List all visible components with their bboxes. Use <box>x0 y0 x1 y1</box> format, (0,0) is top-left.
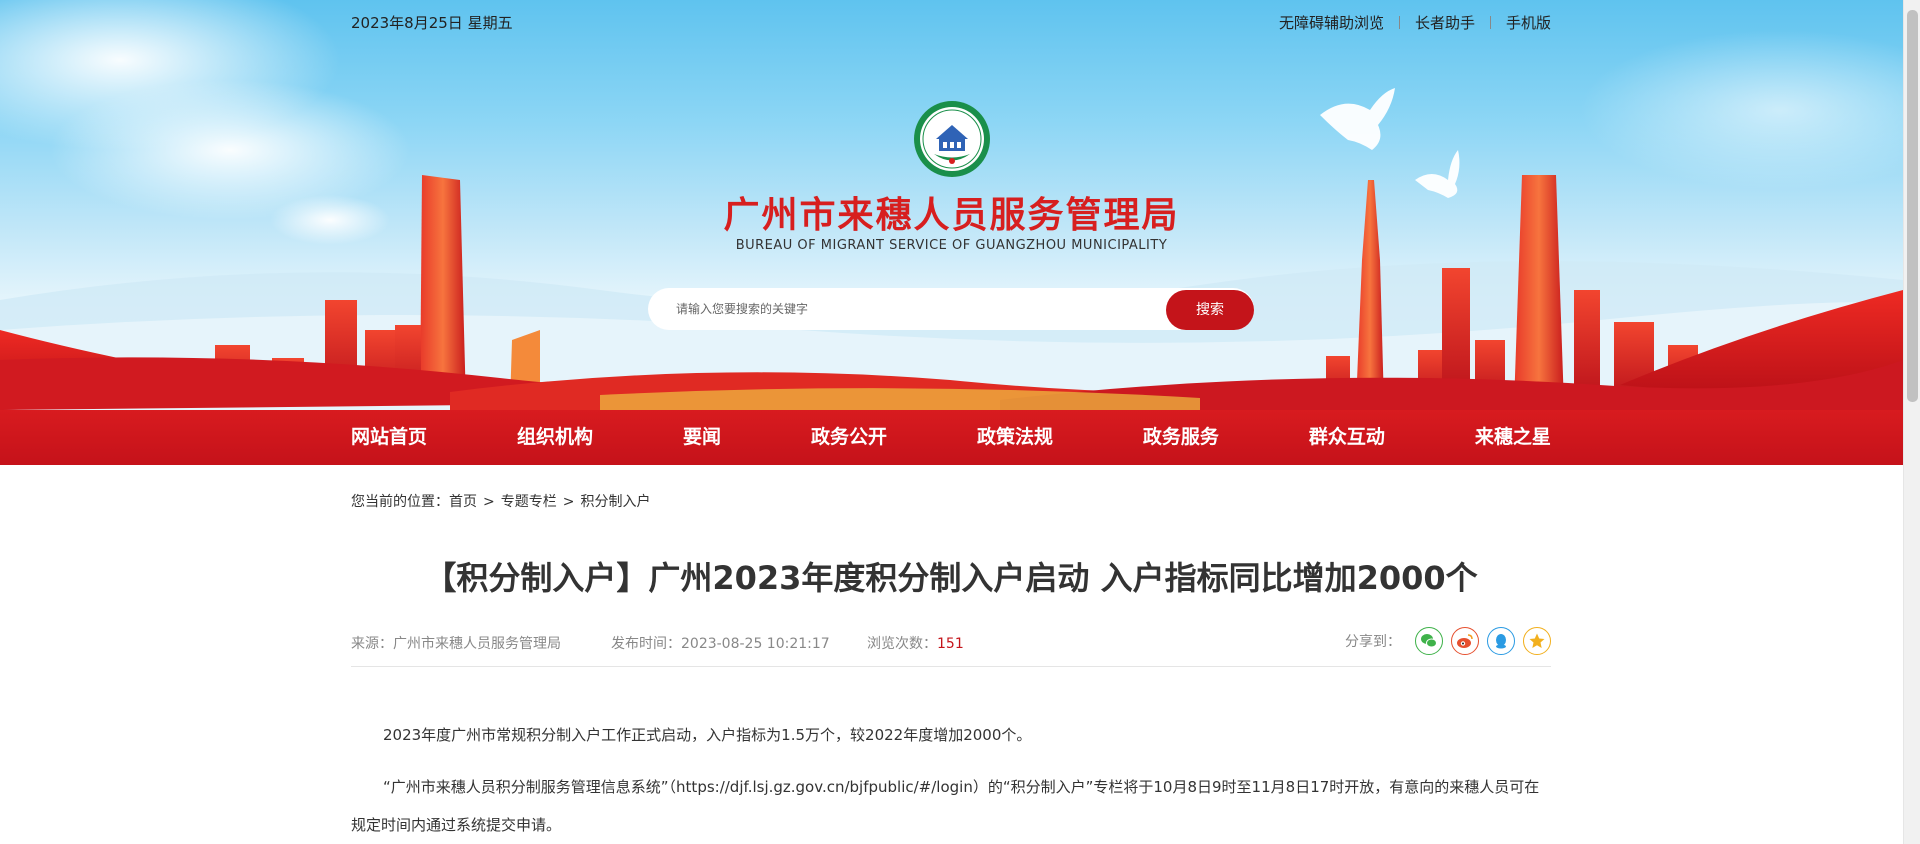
mobile-version-link[interactable]: 手机版 <box>1506 12 1551 33</box>
nav-item-home[interactable]: 网站首页 <box>351 410 427 465</box>
breadcrumb-separator: > <box>483 494 495 510</box>
qq-icon[interactable] <box>1487 627 1515 655</box>
agency-seal-icon[interactable] <box>912 99 992 179</box>
article-source: 来源：广州市来穗人员服务管理局 <box>351 636 561 652</box>
article-paragraph: “广州市来穗人员积分制服务管理信息系统”（https://djf.lsj.gz.… <box>351 778 1540 834</box>
link-divider <box>1398 16 1400 29</box>
qzone-icon[interactable] <box>1523 627 1551 655</box>
weibo-icon[interactable] <box>1451 627 1479 655</box>
link-divider <box>1489 16 1491 29</box>
article-views: 浏览次数：151 <box>867 633 964 653</box>
breadcrumb-special-topics[interactable]: 专题专栏 <box>501 494 557 510</box>
article-title: 【积分制入户】广州2023年度积分制入户启动 入户指标同比增加2000个 <box>424 559 1478 597</box>
views-count: 151 <box>937 636 964 652</box>
current-date: 2023年8月25日 星期五 <box>351 14 513 32</box>
article-paragraph: 2023年度广州市常规积分制入户工作正式启动，入户指标为1.5万个，较2022年… <box>383 726 1032 744</box>
search-box: 搜索 <box>648 288 1254 330</box>
site-title: 广州市来穗人员服务管理局 <box>723 195 1180 236</box>
vertical-scrollbar[interactable] <box>1903 0 1920 844</box>
breadcrumb-separator: > <box>562 494 575 510</box>
breadcrumb-home[interactable]: 首页 <box>449 494 477 510</box>
main-nav: 网站首页 组织机构 要闻 政务公开 政策法规 政务服务 群众互动 来穗之星 <box>0 410 1903 465</box>
accessibility-link[interactable]: 无障碍辅助浏览 <box>1279 12 1384 33</box>
meta-divider <box>351 666 1551 667</box>
elderly-assistant-link[interactable]: 长者助手 <box>1415 12 1475 33</box>
share-bar: 分享到： <box>1345 627 1551 655</box>
nav-item-stars[interactable]: 来穗之星 <box>1475 410 1551 465</box>
nav-item-interaction[interactable]: 群众互动 <box>1309 410 1385 465</box>
nav-item-government-affairs[interactable]: 政务公开 <box>811 410 887 465</box>
nav-item-organization[interactable]: 组织机构 <box>517 410 593 465</box>
nav-item-services[interactable]: 政务服务 <box>1143 410 1219 465</box>
nav-item-news[interactable]: 要闻 <box>683 410 721 465</box>
nav-item-policies[interactable]: 政策法规 <box>977 410 1053 465</box>
search-input[interactable] <box>676 288 1176 330</box>
share-label: 分享到： <box>1345 634 1401 650</box>
scrollbar-thumb[interactable] <box>1907 10 1918 402</box>
article-publish-time: 发布时间：2023-08-25 10:21:17 <box>611 636 830 652</box>
article-meta: 来源：广州市来穗人员服务管理局 发布时间：2023-08-25 10:21:17… <box>351 627 1551 655</box>
wechat-icon[interactable] <box>1415 627 1443 655</box>
views-label: 浏览次数： <box>867 636 937 652</box>
site-header: 2023年8月25日 星期五 无障碍辅助浏览 长者助手 手机版 广州市来穗人员服… <box>0 0 1903 410</box>
site-subtitle: BUREAU OF MIGRANT SERVICE OF GUANGZHOU M… <box>735 238 1168 253</box>
breadcrumb-points-registration[interactable]: 积分制入户 <box>580 494 650 510</box>
page: 2023年8月25日 星期五 无障碍辅助浏览 长者助手 手机版 广州市来穗人员服… <box>0 0 1903 844</box>
breadcrumb: 您当前的位置：首页 > 专题专栏 > 积分制入户 <box>351 491 650 511</box>
search-button[interactable]: 搜索 <box>1166 290 1254 330</box>
breadcrumb-prefix: 您当前的位置： <box>351 494 449 510</box>
utility-links: 无障碍辅助浏览 长者助手 手机版 <box>1279 12 1551 33</box>
top-utility-bar: 2023年8月25日 星期五 无障碍辅助浏览 长者助手 手机版 <box>351 12 1551 34</box>
